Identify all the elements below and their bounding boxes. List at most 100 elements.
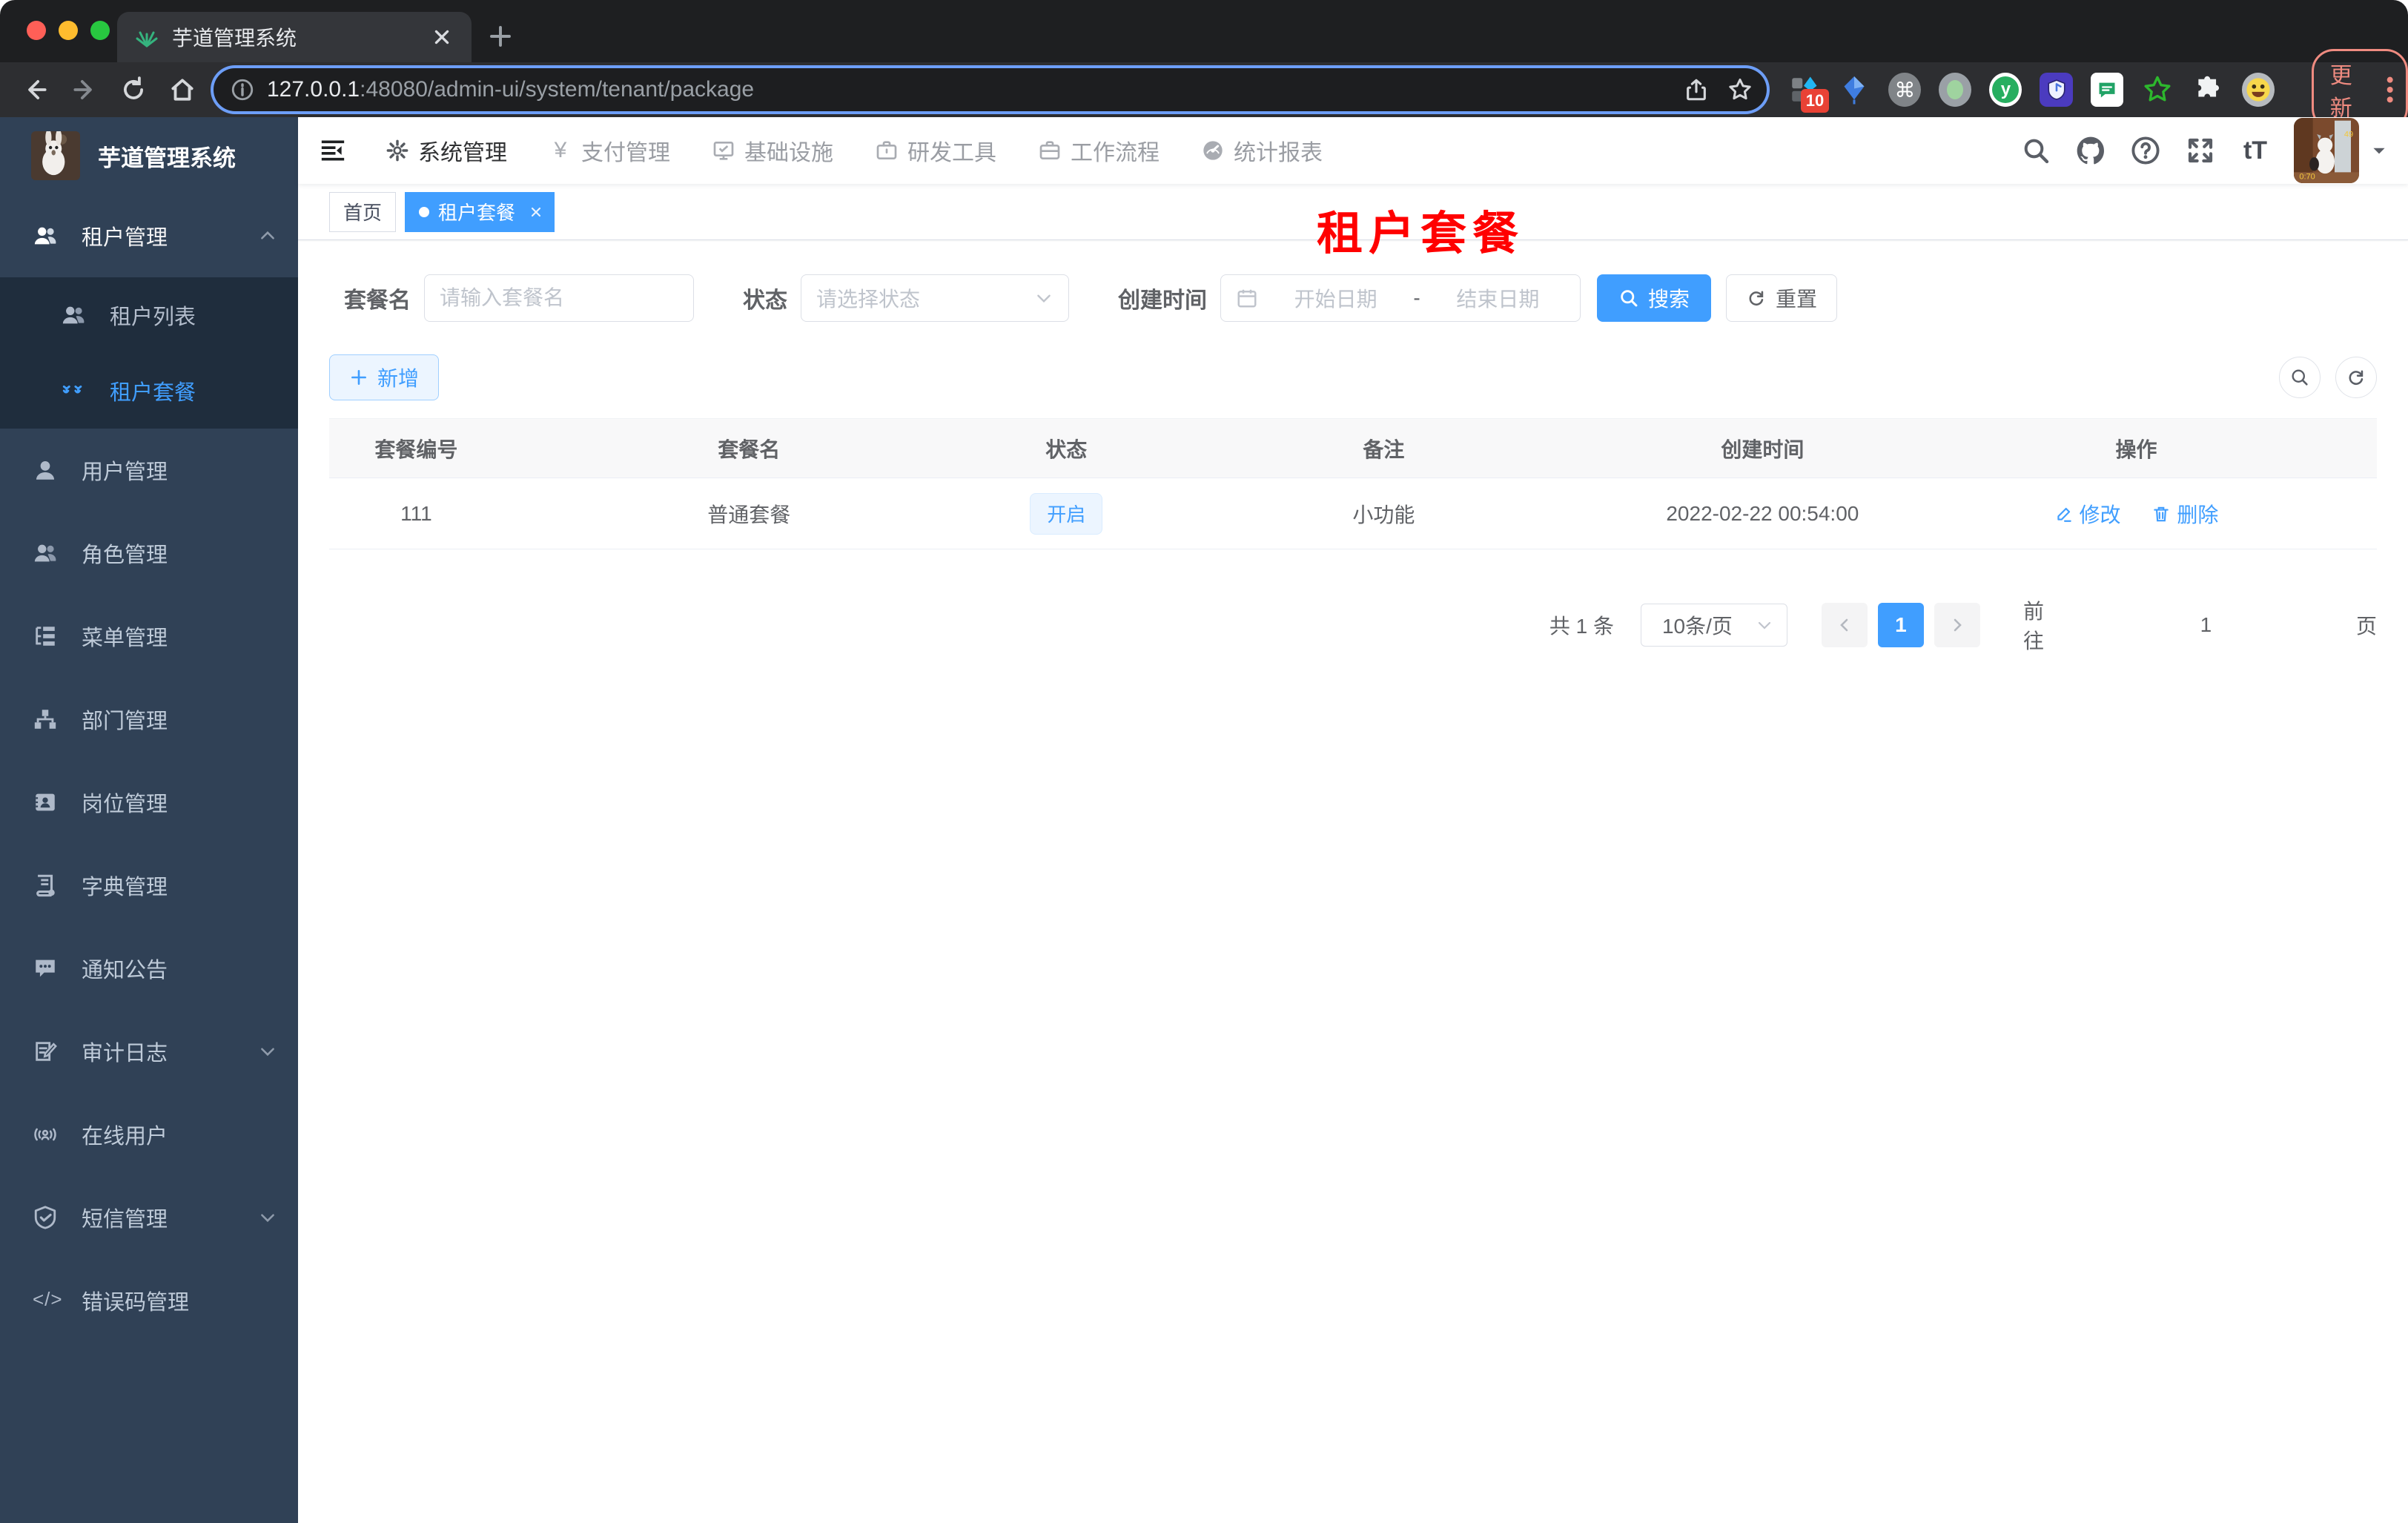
add-button-label: 新增 [377,367,420,390]
reset-button[interactable]: 重置 [1726,274,1838,322]
address-bar[interactable]: 127.0.0.1:48080/admin-ui/system/tenant/p… [214,68,1767,111]
sidebar-item-error-code[interactable]: </> 错误码管理 [0,1259,298,1342]
extension-emoji-icon[interactable] [2241,73,2275,107]
extension-kite-icon[interactable] [1838,73,1870,107]
extension-y-icon[interactable]: y [1989,73,2022,107]
back-icon[interactable] [21,75,50,105]
extension-grid-icon[interactable]: 10 [1787,73,1830,113]
nav-reports[interactable]: 统计报表 [1201,134,1323,167]
sidebar-item-user-management[interactable]: 用户管理 [0,429,298,512]
extension-command-icon[interactable]: ⌘ [1888,73,1922,107]
table-header-row: 套餐编号 套餐名 状态 备注 创建时间 操作 [329,418,2377,478]
logo-rabbit-image [31,131,80,180]
sidebar-item-tenant-list[interactable]: 租户列表 [0,277,298,353]
extension-shield-icon[interactable] [2040,73,2073,107]
show-search-toggle-button[interactable] [2279,357,2321,398]
cell-created-time: 2022-02-22 00:54:00 [1629,478,1896,549]
delete-link[interactable]: 删除 [2151,499,2218,529]
browser-menu-icon[interactable] [2386,75,2394,105]
avatar[interactable]: 49 0:70 [2294,118,2359,183]
chevron-down-icon [261,1048,274,1057]
sidebar-item-dept-management[interactable]: 部门管理 [0,678,298,761]
caret-down-icon [2373,148,2385,154]
window-close-button[interactable] [27,21,46,40]
cell-actions: 修改 删除 [1895,478,2377,549]
collapse-sidebar-icon[interactable] [307,125,359,176]
share-icon[interactable] [1684,77,1709,102]
tag-home[interactable]: 首页 [329,191,397,232]
date-start-placeholder[interactable]: 开始日期 [1268,283,1403,313]
dashboard-icon [1203,141,1223,160]
next-page-button[interactable] [1934,603,1980,647]
home-icon[interactable] [168,75,197,105]
add-button[interactable]: 新增 [329,354,440,400]
date-end-placeholder[interactable]: 结束日期 [1431,283,1565,313]
tag-close-icon[interactable] [526,202,546,222]
extension-record-icon[interactable] [1939,73,1972,107]
sidebar-item-label: 租户列表 [110,305,196,329]
nav-system-management[interactable]: 系统管理 [386,134,507,167]
plus-icon [351,370,366,385]
forward-icon[interactable] [70,75,99,105]
browser-tab[interactable]: 芋道管理系统 [117,12,472,62]
nav-dev-tools[interactable]: 研发工具 [875,134,996,167]
cell-package-id: 111 [329,478,503,549]
edit-link[interactable]: 修改 [2054,499,2121,529]
bookmark-star-icon[interactable] [1727,76,1753,103]
cell-status: 开启 [994,478,1138,549]
sidebar-item-tenant-management[interactable]: 租户管理 [0,194,298,277]
reload-icon[interactable] [119,75,148,105]
sidebar-item-audit-log[interactable]: 审计日志 [0,1010,298,1093]
refresh-table-button[interactable] [2335,357,2377,398]
date-separator: - [1413,286,1420,309]
search-button[interactable]: 搜索 [1597,274,1712,322]
status-filter-label: 状态 [743,288,787,313]
online-signal-icon [34,1128,56,1141]
font-size-icon[interactable]: tT [2239,134,2272,167]
refresh-icon [1749,291,1764,306]
user-menu[interactable]: 49 0:70 [2294,118,2389,183]
extension-star-icon[interactable] [2141,73,2174,107]
prev-page-button[interactable] [1821,603,1868,647]
sidebar-logo[interactable]: 芋道管理系统 [0,117,298,194]
fullscreen-icon[interactable] [2184,134,2217,167]
tab-title: 芋道管理系统 [172,27,297,50]
message-icon [36,959,55,977]
sidebar-item-label: 用户管理 [82,460,168,484]
nav-payment-management[interactable]: ¥ 支付管理 [549,134,670,167]
site-info-icon[interactable] [230,77,255,102]
new-tab-button[interactable] [483,19,517,53]
window-zoom-button[interactable] [90,21,110,40]
url-text[interactable]: 127.0.0.1:48080/admin-ui/system/tenant/p… [267,77,1684,102]
sidebar-item-sms-management[interactable]: 短信管理 [0,1176,298,1259]
goto-page-input[interactable] [2067,604,2344,647]
github-icon[interactable] [2074,134,2107,167]
col-header-id: 套餐编号 [329,418,503,478]
extension-puzzle-icon[interactable] [2192,73,2224,107]
tag-tenant-package[interactable]: 租户套餐 [405,191,555,232]
help-icon[interactable] [2129,134,2162,167]
name-filter-field[interactable] [424,274,694,322]
sidebar-item-online-users[interactable]: 在线用户 [0,1093,298,1176]
date-range-picker[interactable]: 开始日期 - 结束日期 [1220,274,1581,322]
sidebar-item-label: 字典管理 [82,876,168,899]
nav-label: 支付管理 [581,141,670,165]
sidebar-item-tenant-package[interactable]: 租户套餐 [0,353,298,429]
extension-chat-icon[interactable] [2090,73,2123,107]
window-minimize-button[interactable] [59,21,78,40]
sidebar-item-dict-management[interactable]: 字典管理 [0,844,298,927]
sidebar-item-notice[interactable]: 通知公告 [0,927,298,1010]
sidebar-item-role-management[interactable]: 角色管理 [0,512,298,595]
briefcase-icon [1039,141,1060,159]
search-icon[interactable] [2020,134,2052,167]
status-filter-select[interactable]: 请选择状态 [801,274,1069,322]
name-filter-input[interactable] [440,286,678,310]
tab-close-icon[interactable] [429,24,455,50]
sidebar-item-menu-management[interactable]: 菜单管理 [0,595,298,678]
name-filter-label: 套餐名 [344,288,411,313]
current-page-button[interactable]: 1 [1877,603,1924,647]
page-size-select[interactable]: 10条/页 [1640,604,1787,647]
nav-infrastructure[interactable]: 基础设施 [712,134,833,167]
sidebar-item-post-management[interactable]: 岗位管理 [0,761,298,844]
nav-workflow[interactable]: 工作流程 [1038,134,1160,167]
